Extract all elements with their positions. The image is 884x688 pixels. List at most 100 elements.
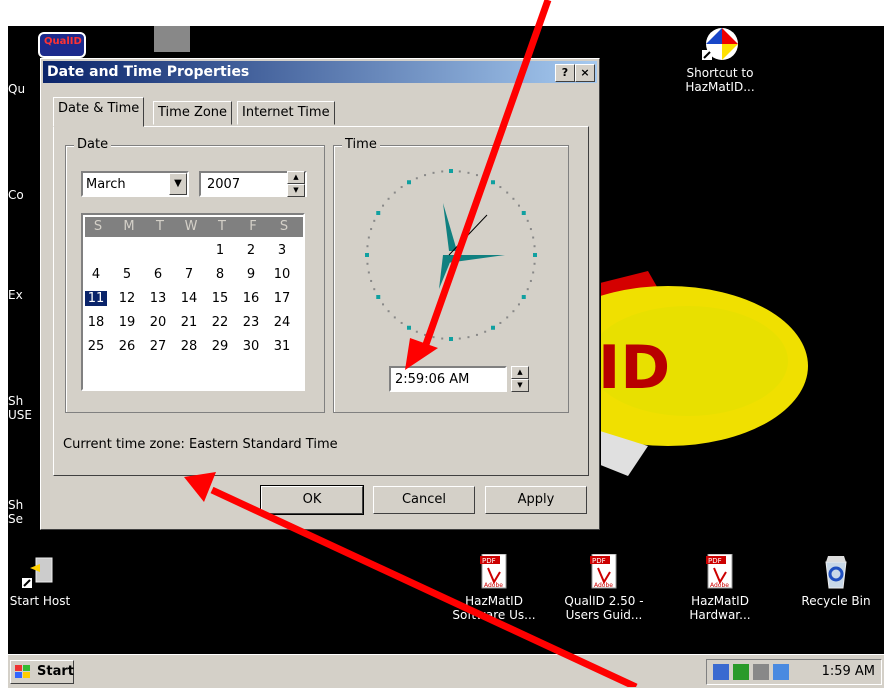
clock-hour-mark — [376, 295, 381, 299]
calendar-day[interactable]: 18 — [85, 315, 107, 330]
spin-up-icon[interactable]: ▲ — [287, 171, 305, 184]
calendar-day[interactable]: 3 — [271, 243, 293, 258]
calendar-day[interactable]: 15 — [209, 291, 231, 306]
calendar-day[interactable]: 9 — [240, 267, 262, 282]
clock-hour-mark — [376, 211, 381, 215]
clock-hour-mark — [449, 337, 453, 341]
start-button[interactable]: Start — [10, 660, 74, 684]
spin-up-icon[interactable]: ▲ — [511, 366, 529, 379]
calendar-day[interactable]: 25 — [85, 339, 107, 354]
left-label-use[interactable]: USE — [8, 408, 32, 422]
calendar-day[interactable]: 23 — [240, 315, 262, 330]
apply-button[interactable]: Apply — [485, 486, 587, 514]
start-host-icon[interactable]: Start Host — [8, 554, 88, 608]
calendar-day[interactable]: 14 — [178, 291, 200, 306]
weekday-tue: T — [156, 219, 164, 234]
host-icon-top[interactable] — [154, 26, 190, 52]
calendar-day[interactable]: 27 — [147, 339, 169, 354]
left-label-co[interactable]: Co — [8, 188, 24, 202]
calendar-day[interactable]: 6 — [147, 267, 169, 282]
spin-down-icon[interactable]: ▼ — [511, 379, 529, 392]
left-label-ex[interactable]: Ex — [8, 288, 23, 302]
clock-minute-mark — [393, 191, 396, 194]
calendar-day[interactable]: 7 — [178, 267, 200, 282]
hazmatid-hardware-pdf-icon[interactable]: PDF Adobe HazMatID Hardwar... — [672, 553, 768, 622]
calendar-day[interactable]: 21 — [178, 315, 200, 330]
usb-icon[interactable] — [773, 664, 789, 680]
hazmatid-shortcut-icon[interactable]: Shortcut to HazMatID... — [672, 26, 768, 94]
year-value: 2007 — [207, 177, 241, 192]
calendar-day[interactable]: 17 — [271, 291, 293, 306]
left-label-se[interactable]: Se — [8, 512, 23, 526]
left-label-qu[interactable]: Qu — [8, 82, 25, 96]
clock-minute-mark — [424, 333, 427, 336]
svg-text:ID: ID — [598, 333, 670, 403]
hazmatid-software-label-1: HazMatID — [465, 594, 523, 608]
calendar-day[interactable]: 28 — [178, 339, 200, 354]
clock-minute-mark — [506, 316, 509, 319]
calendar-day[interactable]: 12 — [116, 291, 138, 306]
calendar-day[interactable]: 20 — [147, 315, 169, 330]
time-spinner[interactable]: ▲ ▼ — [511, 366, 529, 392]
help-button[interactable]: ? — [555, 64, 575, 82]
tab-time-zone[interactable]: Time Zone — [153, 101, 233, 125]
close-button[interactable]: × — [575, 64, 595, 82]
tab-date-time[interactable]: Date & Time — [53, 97, 145, 127]
taskbar-clock[interactable]: 1:59 AM — [822, 664, 875, 679]
clock-minute-mark — [415, 177, 418, 180]
clock-minute-mark — [432, 171, 435, 174]
host-shortcut-icon — [22, 557, 53, 588]
cancel-button[interactable]: Cancel — [373, 486, 475, 514]
clock-hour-mark — [491, 180, 495, 185]
spin-down-icon[interactable]: ▼ — [287, 184, 305, 197]
calendar-day[interactable]: 11 — [85, 291, 107, 306]
calendar-day[interactable]: 4 — [85, 267, 107, 282]
qualid-guide-pdf-icon[interactable]: PDF Adobe QualID 2.50 - Users Guid... — [556, 553, 652, 622]
ok-button[interactable]: OK — [260, 485, 364, 515]
calendar-day[interactable]: 2 — [240, 243, 262, 258]
left-label-sh-2[interactable]: Sh — [8, 498, 23, 512]
time-field[interactable]: 2:59:06 AM — [389, 366, 507, 392]
network-icon[interactable] — [713, 664, 729, 680]
clock-minute-mark — [424, 174, 427, 177]
month-select[interactable]: March ▼ — [81, 171, 189, 197]
calendar-day[interactable]: 5 — [116, 267, 138, 282]
weekday-sat: S — [279, 219, 289, 234]
calendar-day[interactable]: 22 — [209, 315, 231, 330]
clock-minute-mark — [373, 288, 376, 291]
clock-hour-mark — [533, 253, 537, 257]
calendar-day[interactable]: 19 — [116, 315, 138, 330]
left-label-sh[interactable]: Sh — [8, 394, 23, 408]
security-icon[interactable] — [733, 664, 749, 680]
clock-minute-mark — [499, 186, 502, 189]
year-spinner[interactable]: ▲ ▼ — [287, 171, 305, 197]
tab-internet-time[interactable]: Internet Time — [237, 101, 335, 125]
svg-text:Adobe: Adobe — [594, 582, 613, 589]
time-value: 2:59:06 AM — [395, 372, 470, 387]
clock-minute-mark — [517, 303, 520, 306]
calendar-day[interactable]: 8 — [209, 267, 231, 282]
taskbar: Start 1:59 AM — [8, 654, 884, 688]
date-time-dialog: Date and Time Properties ? × Date & Time… — [40, 58, 600, 530]
month-calendar[interactable]: S M T W T F S 1 2 3 4 5 6 7 8 9 10 11 12 13 14 15 16 17 1… — [81, 213, 305, 391]
clock-hour-mark — [521, 295, 526, 299]
calendar-day[interactable]: 16 — [240, 291, 262, 306]
chevron-down-icon[interactable]: ▼ — [169, 173, 187, 195]
qualid-icon[interactable]: QualID — [38, 32, 86, 58]
calendar-day[interactable]: 31 — [271, 339, 293, 354]
calendar-day[interactable]: 30 — [240, 339, 262, 354]
clock-minute-mark — [533, 262, 536, 265]
calendar-day[interactable]: 26 — [116, 339, 138, 354]
calendar-day[interactable]: 29 — [209, 339, 231, 354]
hazmatid-software-pdf-icon[interactable]: PDF Adobe HazMatID Software Us... — [446, 553, 542, 622]
recycle-bin-icon[interactable]: Recycle Bin — [788, 554, 884, 608]
shortcut-label-2: HazMatID... — [685, 80, 755, 94]
clock-minute-mark — [366, 262, 369, 265]
calendar-day[interactable]: 1 — [209, 243, 231, 258]
connection-icon[interactable] — [753, 664, 769, 680]
dialog-titlebar[interactable]: Date and Time Properties ? × — [43, 61, 597, 83]
weekday-sun: S — [93, 219, 103, 234]
calendar-day[interactable]: 13 — [147, 291, 169, 306]
calendar-day[interactable]: 24 — [271, 315, 293, 330]
calendar-day[interactable]: 10 — [271, 267, 293, 282]
